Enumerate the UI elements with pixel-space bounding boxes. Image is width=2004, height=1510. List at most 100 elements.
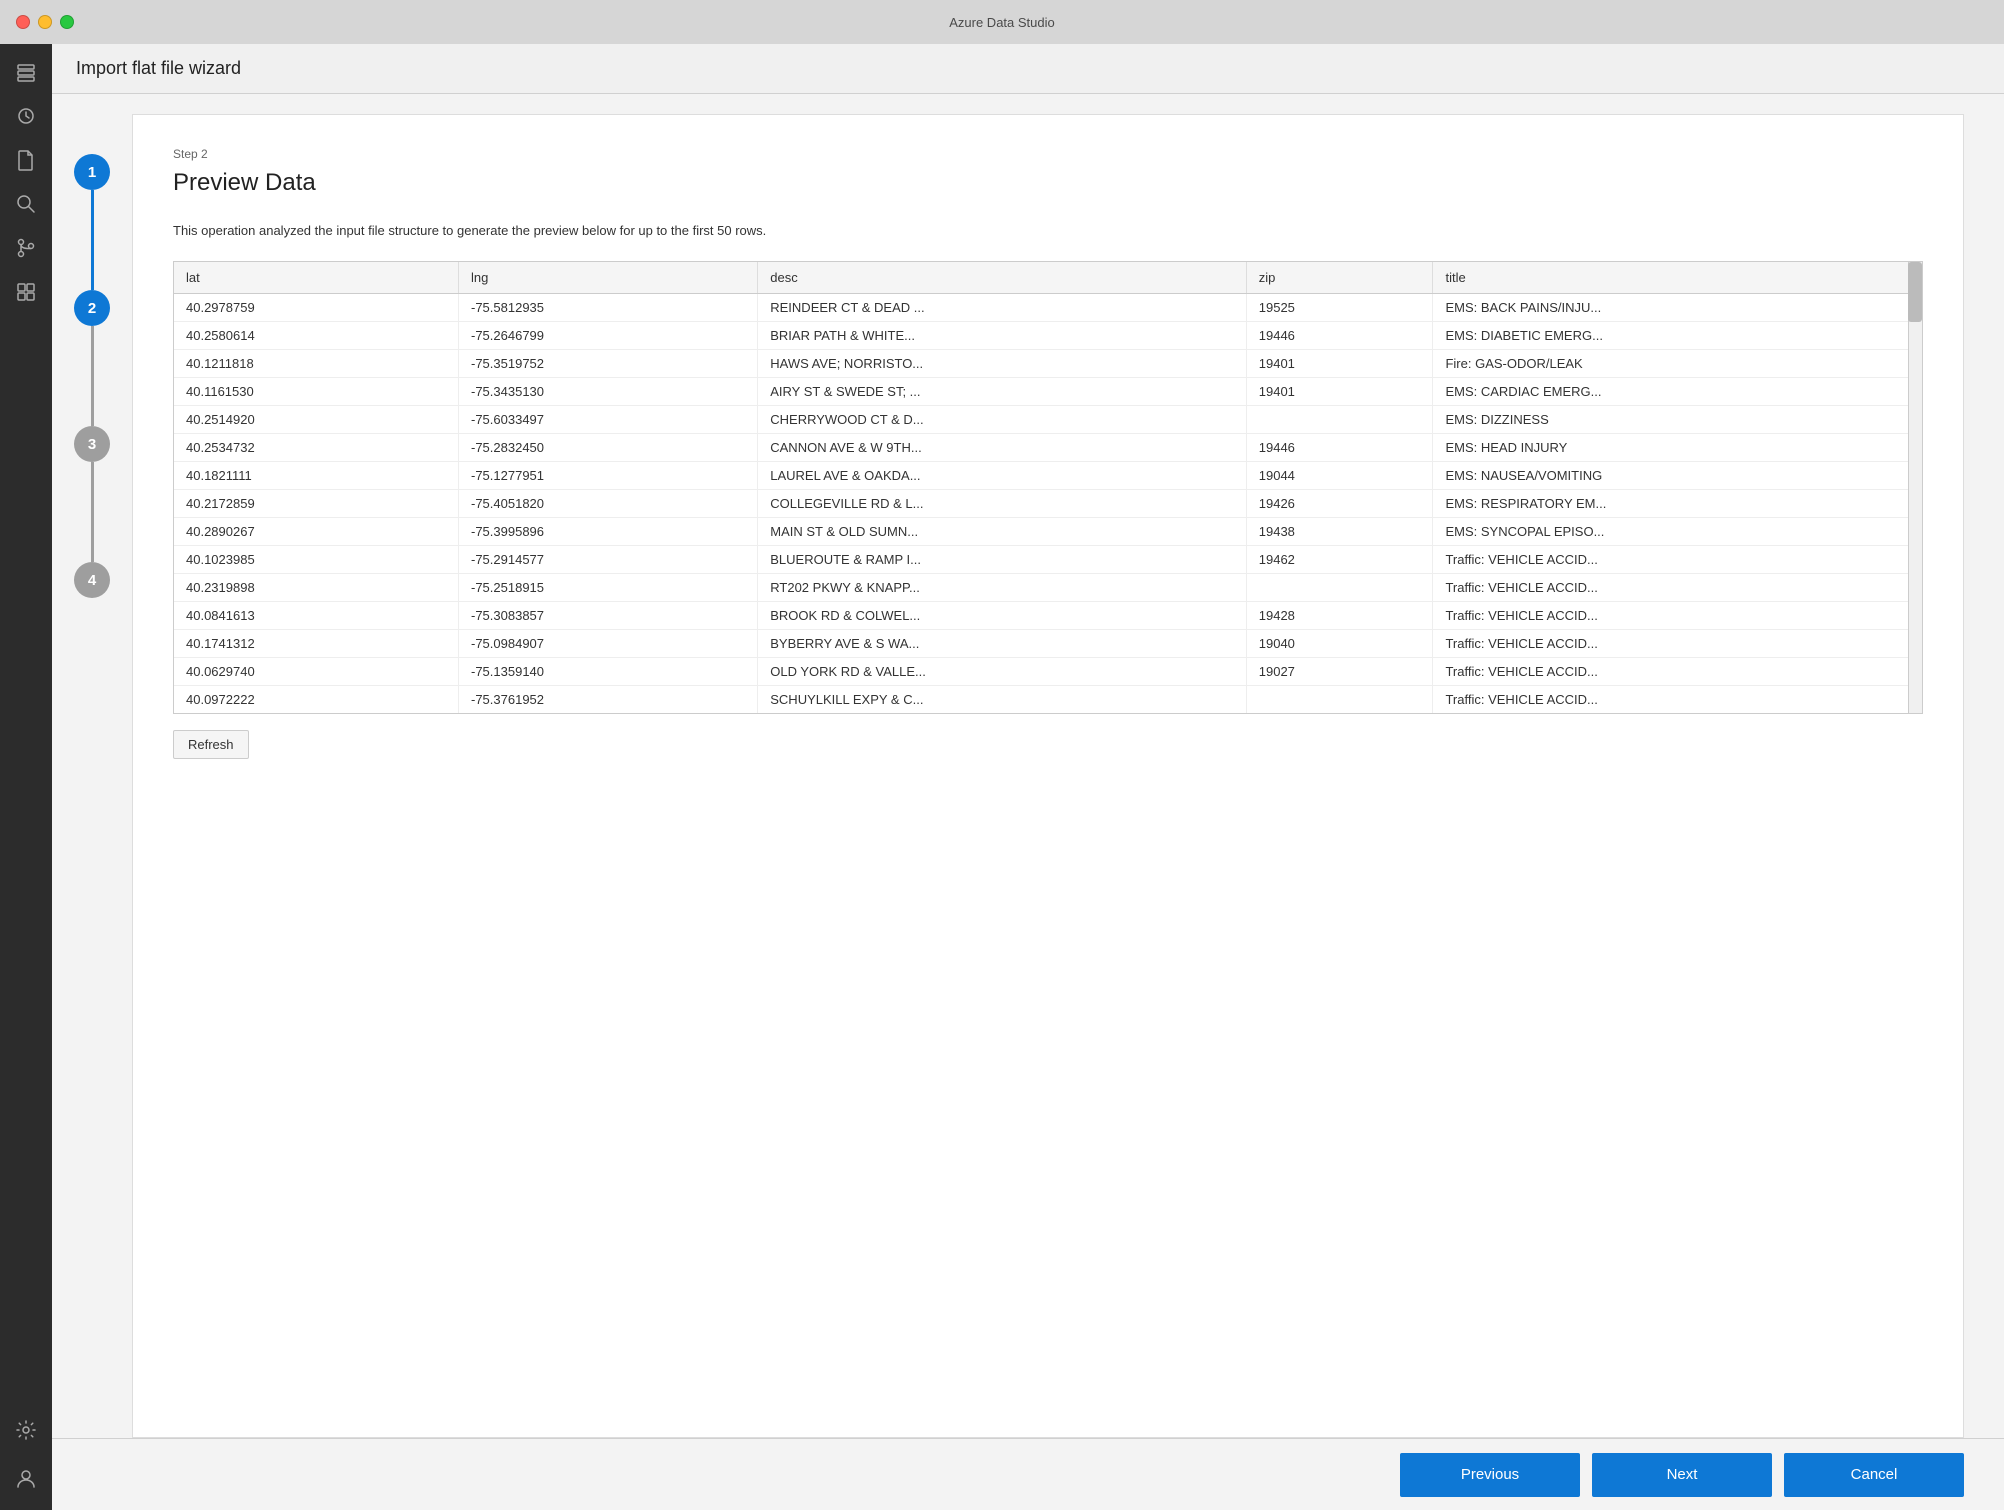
cell-6-1: -75.1277951 xyxy=(459,461,758,489)
scrollbar[interactable] xyxy=(1908,262,1922,713)
cell-8-2: MAIN ST & OLD SUMN... xyxy=(758,517,1247,545)
cell-3-3: 19401 xyxy=(1246,377,1433,405)
cell-5-3: 19446 xyxy=(1246,433,1433,461)
table-row: 40.1741312-75.0984907BYBERRY AVE & S WA.… xyxy=(174,629,1922,657)
cell-8-1: -75.3995896 xyxy=(459,517,758,545)
table-row: 40.2319898-75.2518915RT202 PKWY & KNAPP.… xyxy=(174,573,1922,601)
col-header-desc: desc xyxy=(758,262,1247,294)
page-title: Import flat file wizard xyxy=(76,58,1980,79)
search-icon[interactable] xyxy=(6,184,46,224)
preview-table: latlngdescziptitle 40.2978759-75.5812935… xyxy=(174,262,1922,713)
cell-1-1: -75.2646799 xyxy=(459,321,758,349)
cell-9-3: 19462 xyxy=(1246,545,1433,573)
cell-5-4: EMS: HEAD INJURY xyxy=(1433,433,1922,461)
step-1-circle: 1 xyxy=(74,154,110,190)
history-icon[interactable] xyxy=(6,96,46,136)
cell-13-0: 40.0629740 xyxy=(174,657,459,685)
step-4: 4 xyxy=(74,562,110,598)
previous-button[interactable]: Previous xyxy=(1400,1453,1580,1497)
cell-11-0: 40.0841613 xyxy=(174,601,459,629)
cell-10-0: 40.2319898 xyxy=(174,573,459,601)
cell-0-0: 40.2978759 xyxy=(174,293,459,321)
extensions-icon[interactable] xyxy=(6,272,46,312)
step-3: 3 xyxy=(74,426,110,562)
cell-3-4: EMS: CARDIAC EMERG... xyxy=(1433,377,1922,405)
footer: Previous Next Cancel xyxy=(52,1438,2004,1510)
content-area: Import flat file wizard 1 2 3 4 xyxy=(52,44,2004,1510)
cell-2-1: -75.3519752 xyxy=(459,349,758,377)
cell-8-4: EMS: SYNCOPAL EPISO... xyxy=(1433,517,1922,545)
window-controls xyxy=(16,15,74,29)
page-header: Import flat file wizard xyxy=(52,44,2004,94)
cell-2-3: 19401 xyxy=(1246,349,1433,377)
cell-1-3: 19446 xyxy=(1246,321,1433,349)
cell-14-1: -75.3761952 xyxy=(459,685,758,713)
close-button[interactable] xyxy=(16,15,30,29)
table-row: 40.2514920-75.6033497CHERRYWOOD CT & D..… xyxy=(174,405,1922,433)
col-header-lng: lng xyxy=(459,262,758,294)
cell-11-1: -75.3083857 xyxy=(459,601,758,629)
file-icon[interactable] xyxy=(6,140,46,180)
cell-10-4: Traffic: VEHICLE ACCID... xyxy=(1433,573,1922,601)
table-row: 40.1023985-75.2914577BLUEROUTE & RAMP I.… xyxy=(174,545,1922,573)
cell-0-2: REINDEER CT & DEAD ... xyxy=(758,293,1247,321)
servers-icon[interactable] xyxy=(6,52,46,92)
step-2-connector xyxy=(91,326,94,426)
main-content: 1 2 3 4 Step 2 Preview Data xyxy=(52,94,2004,1438)
cell-1-0: 40.2580614 xyxy=(174,321,459,349)
refresh-button[interactable]: Refresh xyxy=(173,730,249,759)
cell-11-3: 19428 xyxy=(1246,601,1433,629)
cell-3-0: 40.1161530 xyxy=(174,377,459,405)
step-2-circle: 2 xyxy=(74,290,110,326)
cell-8-0: 40.2890267 xyxy=(174,517,459,545)
wizard-panel: Step 2 Preview Data This operation analy… xyxy=(132,114,1964,1438)
cell-8-3: 19438 xyxy=(1246,517,1433,545)
cell-9-1: -75.2914577 xyxy=(459,545,758,573)
cell-4-1: -75.6033497 xyxy=(459,405,758,433)
step-title: Preview Data xyxy=(173,169,1923,197)
cell-13-3: 19027 xyxy=(1246,657,1433,685)
title-bar: Azure Data Studio xyxy=(0,0,2004,44)
step-1: 1 xyxy=(74,154,110,290)
next-button[interactable]: Next xyxy=(1592,1453,1772,1497)
cell-13-4: Traffic: VEHICLE ACCID... xyxy=(1433,657,1922,685)
table-row: 40.2580614-75.2646799BRIAR PATH & WHITE.… xyxy=(174,321,1922,349)
cancel-button[interactable]: Cancel xyxy=(1784,1453,1964,1497)
col-header-title: title xyxy=(1433,262,1922,294)
step-3-connector xyxy=(91,462,94,562)
table-row: 40.0972222-75.3761952SCHUYLKILL EXPY & C… xyxy=(174,685,1922,713)
cell-9-4: Traffic: VEHICLE ACCID... xyxy=(1433,545,1922,573)
cell-3-2: AIRY ST & SWEDE ST; ... xyxy=(758,377,1247,405)
cell-3-1: -75.3435130 xyxy=(459,377,758,405)
cell-12-1: -75.0984907 xyxy=(459,629,758,657)
table-row: 40.1211818-75.3519752HAWS AVE; NORRISTO.… xyxy=(174,349,1922,377)
step-1-connector xyxy=(91,190,94,290)
scrollbar-thumb[interactable] xyxy=(1908,262,1922,322)
settings-icon[interactable] xyxy=(6,1410,46,1450)
table-row: 40.1821111-75.1277951LAUREL AVE & OAKDA.… xyxy=(174,461,1922,489)
sidebar-bottom xyxy=(6,1410,46,1510)
minimize-button[interactable] xyxy=(38,15,52,29)
cell-10-1: -75.2518915 xyxy=(459,573,758,601)
app-title: Azure Data Studio xyxy=(949,15,1055,30)
cell-7-1: -75.4051820 xyxy=(459,489,758,517)
git-icon[interactable] xyxy=(6,228,46,268)
table-row: 40.2978759-75.5812935REINDEER CT & DEAD … xyxy=(174,293,1922,321)
step-description: This operation analyzed the input file s… xyxy=(173,221,1923,241)
cell-14-4: Traffic: VEHICLE ACCID... xyxy=(1433,685,1922,713)
cell-4-0: 40.2514920 xyxy=(174,405,459,433)
cell-11-4: Traffic: VEHICLE ACCID... xyxy=(1433,601,1922,629)
table-row: 40.0629740-75.1359140OLD YORK RD & VALLE… xyxy=(174,657,1922,685)
cell-1-2: BRIAR PATH & WHITE... xyxy=(758,321,1247,349)
step-4-circle: 4 xyxy=(74,562,110,598)
cell-2-0: 40.1211818 xyxy=(174,349,459,377)
step-3-circle: 3 xyxy=(74,426,110,462)
cell-4-3 xyxy=(1246,405,1433,433)
table-header-row: latlngdescziptitle xyxy=(174,262,1922,294)
cell-1-4: EMS: DIABETIC EMERG... xyxy=(1433,321,1922,349)
cell-5-0: 40.2534732 xyxy=(174,433,459,461)
account-icon[interactable] xyxy=(6,1458,46,1498)
step-label: Step 2 xyxy=(173,147,1923,161)
maximize-button[interactable] xyxy=(60,15,74,29)
cell-6-2: LAUREL AVE & OAKDA... xyxy=(758,461,1247,489)
